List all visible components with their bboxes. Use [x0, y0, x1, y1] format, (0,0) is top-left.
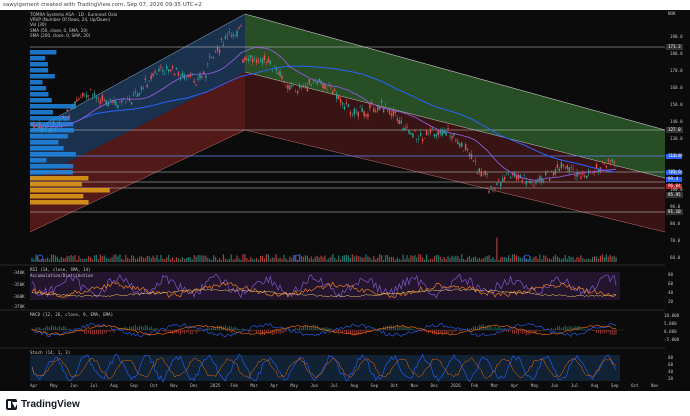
stoch-axis-label: 20	[668, 376, 674, 381]
time-axis-label: 2026	[450, 383, 461, 388]
adl-axis-label: -340K	[12, 270, 25, 275]
time-axis-label: Nov	[170, 383, 178, 388]
adl-axis-label: -370K	[12, 304, 25, 309]
time-axis-label: Mar	[490, 383, 499, 388]
time-axis-label: May	[530, 383, 539, 388]
time-axis-label: Apr	[270, 383, 278, 388]
chart-legend: TOMRA Systems ASA · 1D · Euronext Oslo V…	[30, 12, 117, 38]
last-price-tag: 96.04	[668, 183, 681, 188]
price-axis-label: 140.0	[670, 119, 683, 124]
stoch-title: Stoch (14, 1, 3)	[30, 350, 71, 355]
price-axis-label: 150.0	[670, 102, 683, 107]
price-axis-label: 170.0	[670, 68, 683, 73]
time-axis-label: May	[50, 383, 58, 388]
level-tag: 99.4	[668, 176, 679, 181]
footer: TradingView	[0, 391, 690, 416]
rsi-axis-label: 80	[668, 272, 674, 277]
tradingview-logo[interactable]: TradingView	[6, 398, 80, 410]
time-axis-label: Dec	[430, 383, 439, 388]
time-axis-label: Nov	[410, 383, 419, 388]
time-axis-label: Aug	[590, 383, 599, 388]
rsi-axis-label: 60	[668, 281, 674, 286]
macd-axis-label: 0.000	[664, 329, 677, 334]
rsi-title: RSI (14, close, SMA, 14)	[30, 267, 91, 272]
macd-axis-label: 10.000	[664, 313, 680, 318]
time-axis-label: Nov	[651, 383, 659, 388]
time-axis-label: Oct	[630, 383, 639, 388]
time-axis-label: Aug	[110, 383, 118, 388]
time-axis-label: Jul	[90, 383, 98, 388]
time-axis-label: May	[290, 383, 298, 388]
adl-axis-label: -350K	[12, 282, 25, 287]
time-axis-label: Jun	[550, 383, 559, 388]
rsi-axis-label: 20	[668, 299, 674, 304]
tradingview-icon	[6, 398, 18, 410]
time-axis-label: Jul	[570, 383, 579, 388]
adl-axis-label: -360K	[12, 294, 25, 299]
price-axis-label: 130.0	[670, 136, 683, 141]
time-axis-label: Sep	[370, 383, 379, 388]
macd-axis-label: -5.000	[664, 337, 680, 342]
legend-sma200: SMA (200, close, 0, SMA, 20)	[30, 32, 91, 38]
time-axis-label: Feb	[470, 383, 479, 388]
stoch-axis-label: 80	[668, 355, 674, 360]
caption-bar: sawyigsment created with TradingView.com…	[0, 0, 690, 10]
level-tag: 127.0	[666, 127, 683, 133]
price-axis-label: 180.0	[670, 51, 683, 56]
time-axis-label: Oct	[150, 383, 158, 388]
level-tag: 103.6	[668, 169, 681, 174]
price-axis-label: 80.0	[670, 221, 681, 226]
time-axis-label: Apr	[30, 383, 38, 388]
level-tag: 171.3	[666, 44, 683, 50]
chart-area[interactable]: TOMRA Systems ASA · 1D · Euronext Oslo V…	[0, 10, 690, 391]
tradingview-brand: TradingView	[21, 398, 80, 410]
time-axis-label: Jun	[310, 383, 319, 388]
caption-text: sawyigsment created with TradingView.com…	[3, 2, 202, 8]
chart-canvas[interactable]	[0, 10, 690, 391]
macd-title: MACD (12, 26, close, 9, EMA, EMA)	[30, 312, 114, 317]
price-axis-label: 190.0	[670, 34, 683, 39]
time-axis-label: Aug	[350, 383, 359, 388]
time-axis-label: 2025	[210, 383, 221, 388]
time-axis-label: Apr	[510, 383, 519, 388]
time-axis-label: Sep	[130, 383, 138, 388]
level-tag: 91.10	[666, 209, 683, 215]
price-axis-label: 70.0	[670, 238, 681, 243]
time-axis-label: Oct	[390, 383, 399, 388]
time-axis-label: Sep	[610, 383, 619, 388]
level-tag: 95.95	[666, 192, 683, 198]
price-axis-label: 160.0	[670, 85, 683, 90]
time-axis-label: Dec	[190, 383, 198, 388]
time-axis-label: Feb	[230, 383, 238, 388]
time-axis-label: Jul	[330, 383, 339, 388]
time-axis-label: Jun	[70, 383, 78, 388]
price-axis-label: 60.0	[670, 255, 681, 260]
screenshot-frame: sawyigsment created with TradingView.com…	[0, 0, 690, 416]
macd-axis-label: 5.000	[664, 321, 677, 326]
stoch-axis-label: 60	[668, 362, 674, 367]
rsi-axis-label: 40	[668, 290, 674, 295]
time-axis-label: Mar	[250, 383, 258, 388]
adl-title: Accumulation/Distribution	[30, 273, 94, 278]
level-tag: 113.8	[668, 153, 681, 158]
stoch-axis-label: 40	[668, 369, 674, 374]
currency-tag: NOK	[668, 11, 676, 16]
